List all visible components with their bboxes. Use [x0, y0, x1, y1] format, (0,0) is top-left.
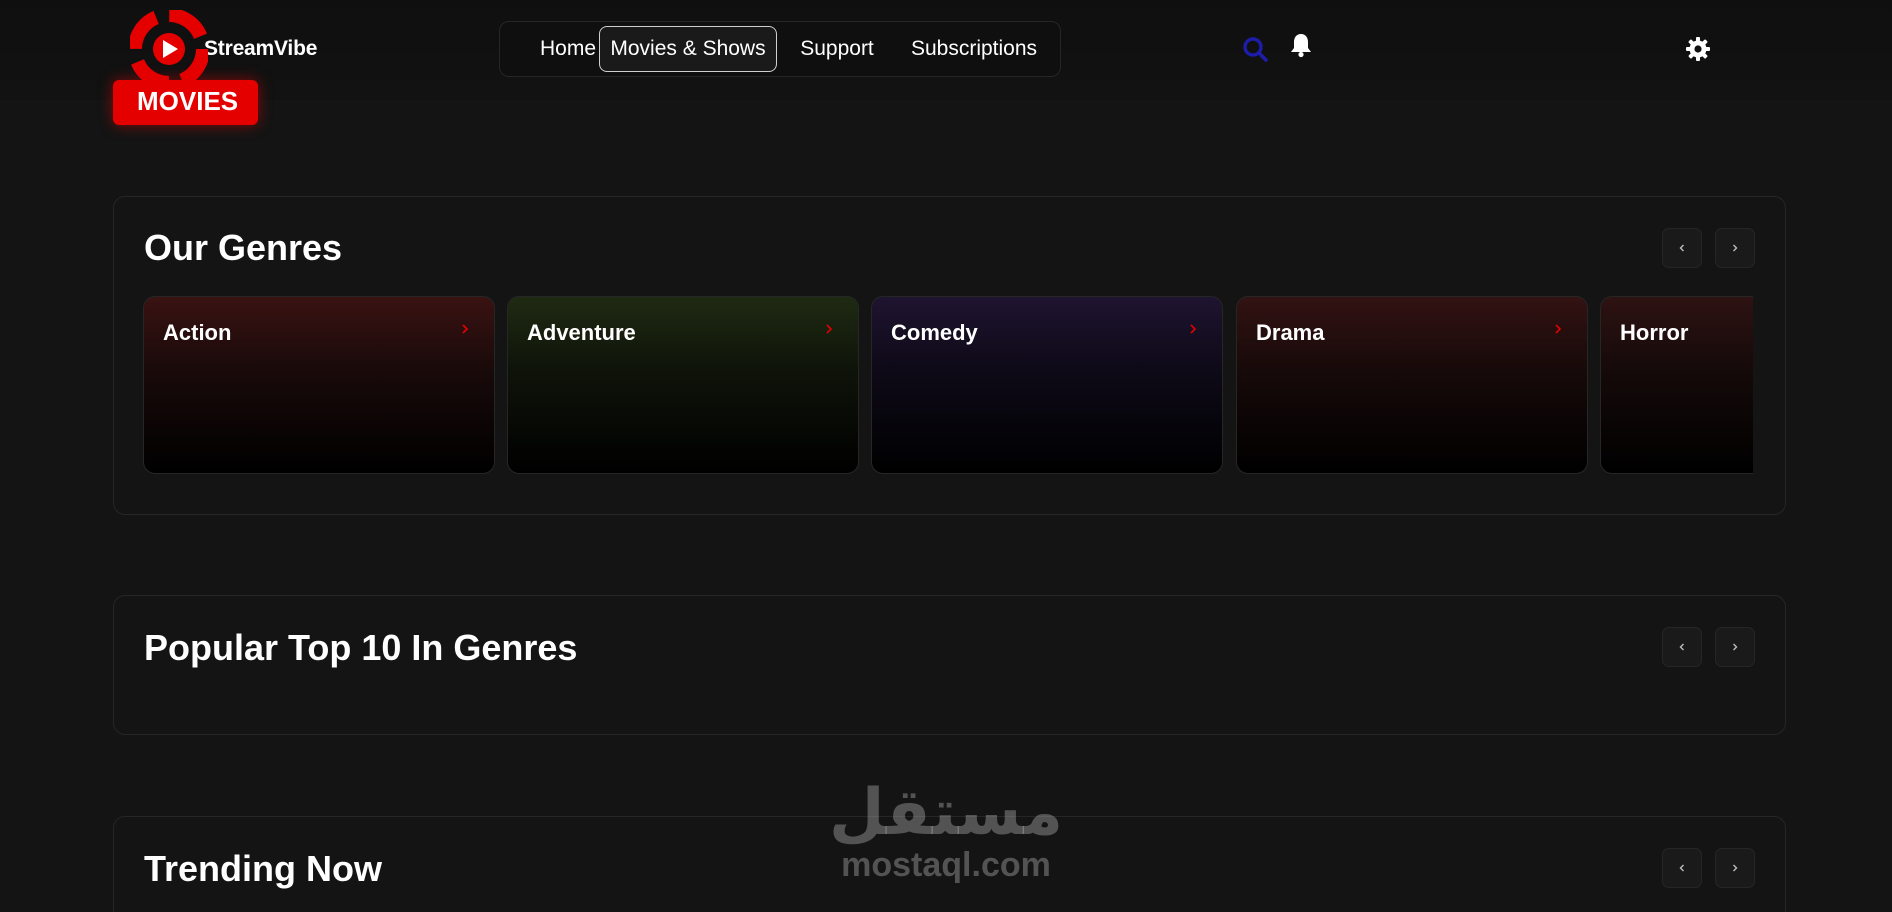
- chevron-right-icon: [826, 324, 833, 334]
- chevron-left-icon: [1679, 864, 1684, 872]
- popular-next-button[interactable]: [1715, 627, 1755, 667]
- genre-label: Drama: [1256, 320, 1325, 345]
- bell-icon[interactable]: [1289, 32, 1313, 63]
- top-header: StreamVibe Home Movies & Shows Support S…: [0, 0, 1892, 100]
- mostaql-watermark: مستقل mostaql.com: [828, 780, 1064, 884]
- nav-movies-shows[interactable]: Movies & Shows: [599, 26, 777, 72]
- chevron-right-icon: [1190, 324, 1197, 334]
- chevron-right-icon: [462, 324, 469, 334]
- search-icon[interactable]: [1242, 36, 1268, 67]
- popular-title: Popular Top 10 In Genres: [144, 627, 578, 668]
- watermark-latin: mostaql.com: [841, 846, 1051, 884]
- chevron-right-icon: [1555, 324, 1562, 334]
- watermark-arabic: مستقل: [828, 776, 1064, 850]
- genre-label: Action: [163, 320, 232, 345]
- settings-icon[interactable]: [1685, 36, 1711, 67]
- genre-label: Horror: [1620, 320, 1689, 345]
- genre-label: Comedy: [891, 320, 978, 345]
- main-nav: Home Movies & Shows Support Subscription…: [499, 21, 1061, 77]
- genre-label: Adventure: [527, 320, 636, 345]
- chevron-left-icon: [1679, 643, 1684, 651]
- brand-name: StreamVibe: [204, 37, 318, 60]
- nav-support[interactable]: Support: [786, 26, 888, 72]
- genres-section: Our Genres Action Adventure Comedy Drama…: [113, 196, 1786, 515]
- trending-title: Trending Now: [144, 848, 382, 889]
- genre-card-action[interactable]: Action: [143, 296, 495, 474]
- popular-prev-button[interactable]: [1662, 627, 1702, 667]
- genres-carousel: Action Adventure Comedy Drama Horror: [143, 197, 1753, 517]
- nav-subscriptions[interactable]: Subscriptions: [899, 26, 1049, 72]
- chevron-right-icon: [1733, 643, 1738, 651]
- popular-section: Popular Top 10 In Genres: [113, 595, 1786, 735]
- movies-badge-label: MOVIES: [137, 86, 239, 116]
- genre-card-drama[interactable]: Drama: [1236, 296, 1588, 474]
- genre-card-adventure[interactable]: Adventure: [507, 296, 859, 474]
- genre-card-comedy[interactable]: Comedy: [871, 296, 1223, 474]
- streamvibe-logo-icon: [128, 8, 210, 90]
- brand-logo[interactable]: StreamVibe: [128, 8, 318, 90]
- chevron-right-icon: [1733, 864, 1738, 872]
- movies-category-badge: MOVIES: [113, 80, 258, 125]
- genre-card-horror[interactable]: Horror: [1600, 296, 1753, 474]
- trending-prev-button[interactable]: [1662, 848, 1702, 888]
- trending-next-button[interactable]: [1715, 848, 1755, 888]
